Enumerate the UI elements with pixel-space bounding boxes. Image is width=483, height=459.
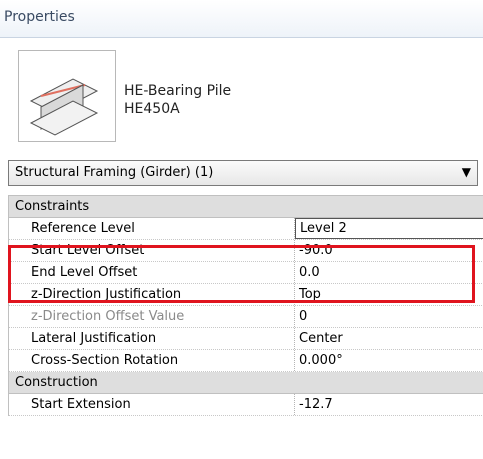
properties-title-bar: Properties <box>0 0 483 38</box>
property-value-field[interactable]: 0 <box>295 306 483 327</box>
type-selector[interactable]: HE-Bearing Pile HE450A <box>124 82 231 118</box>
type-name: HE450A <box>124 101 180 117</box>
property-value-field[interactable]: Center <box>295 328 483 349</box>
property-row-cross-section-rotation[interactable]: Cross-Section Rotation 0.000° <box>9 350 483 372</box>
property-value-field[interactable]: Top <box>295 284 483 305</box>
property-label: Lateral Justification <box>9 328 295 349</box>
property-value-field[interactable]: 0.000° <box>295 350 483 371</box>
property-label: Cross-Section Rotation <box>9 350 295 371</box>
property-label: Reference Level <box>9 218 295 239</box>
property-value-field[interactable]: Level 2 <box>295 218 483 239</box>
section-construction[interactable]: Construction <box>9 372 483 394</box>
category-filter-value: Structural Framing (Girder) (1) <box>15 165 214 180</box>
property-label: Start Level Offset <box>9 240 295 261</box>
chevron-down-icon[interactable]: ▼ <box>462 165 471 179</box>
steel-beam-icon <box>18 50 116 142</box>
panel-title: Properties <box>4 9 75 25</box>
property-row-z-direction-offset-value[interactable]: z-Direction Offset Value 0 <box>9 306 483 328</box>
property-row-z-direction-justification[interactable]: z-Direction Justification Top <box>9 284 483 306</box>
property-value-field[interactable]: -12.7 <box>295 394 483 415</box>
property-row-lateral-justification[interactable]: Lateral Justification Center <box>9 328 483 350</box>
properties-grid: Constraints Reference Level Level 2 Star… <box>8 195 483 416</box>
category-filter-dropdown[interactable]: Structural Framing (Girder) (1) ▼ <box>8 160 478 186</box>
section-constraints[interactable]: Constraints <box>9 196 483 218</box>
property-label: z-Direction Justification <box>9 284 295 305</box>
property-label: Start Extension <box>9 394 295 415</box>
property-label: End Level Offset <box>9 262 295 283</box>
property-value-field[interactable]: -90.0 <box>295 240 483 261</box>
property-value-field[interactable]: 0.0 <box>295 262 483 283</box>
property-row-start-level-offset[interactable]: Start Level Offset -90.0 <box>9 240 483 262</box>
property-label: z-Direction Offset Value <box>9 306 295 327</box>
family-name: HE-Bearing Pile <box>124 83 232 99</box>
property-row-reference-level[interactable]: Reference Level Level 2 <box>9 218 483 240</box>
property-row-start-extension[interactable]: Start Extension -12.7 <box>9 394 483 416</box>
property-row-end-level-offset[interactable]: End Level Offset 0.0 <box>9 262 483 284</box>
